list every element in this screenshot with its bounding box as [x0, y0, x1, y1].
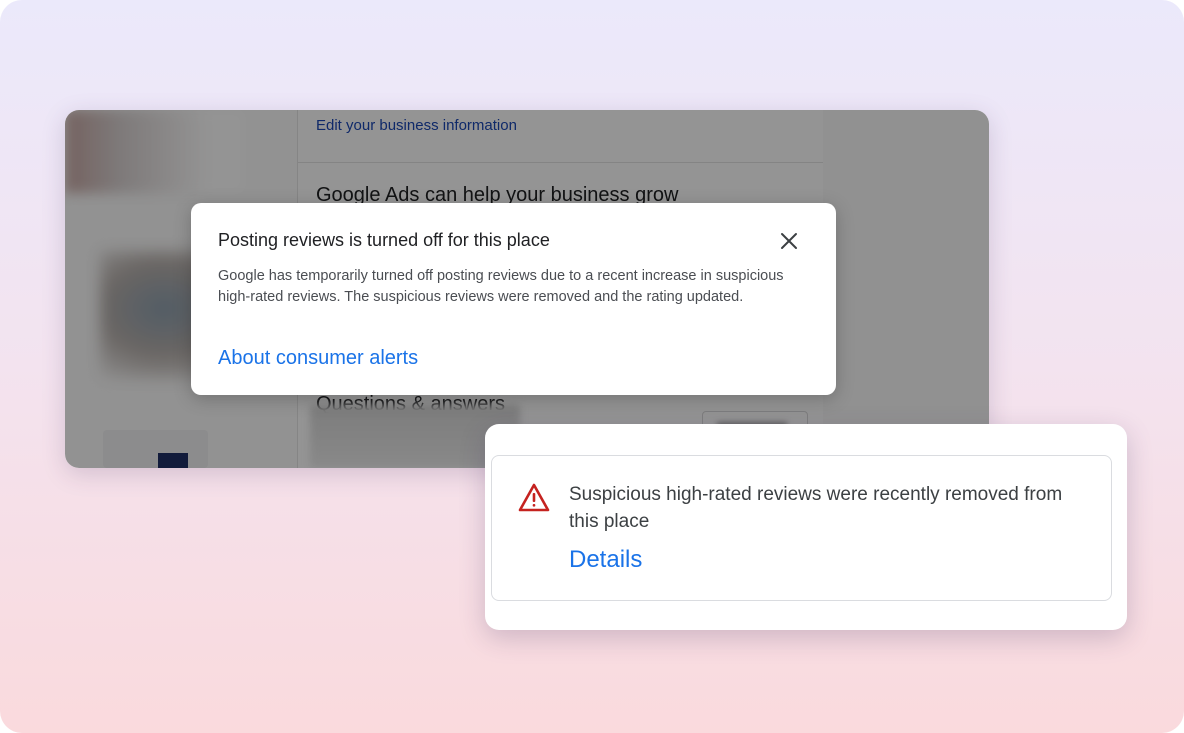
suspicious-reviews-alert: Suspicious high-rated reviews were recen…: [485, 424, 1127, 630]
reviews-off-dialog: Posting reviews is turned off for this p…: [191, 203, 836, 395]
details-link[interactable]: Details: [569, 546, 642, 574]
warning-triangle-icon: [518, 483, 550, 512]
alert-message: Suspicious high-rated reviews were recen…: [569, 484, 1063, 532]
canvas: Edit your business information Google Ad…: [0, 0, 1184, 733]
alert-box: Suspicious high-rated reviews were recen…: [491, 455, 1112, 601]
dialog-body: Google has temporarily turned off postin…: [218, 268, 784, 305]
about-consumer-alerts-link[interactable]: About consumer alerts: [218, 347, 418, 370]
dialog-title: Posting reviews is turned off for this p…: [218, 230, 550, 250]
close-icon[interactable]: [777, 229, 801, 253]
